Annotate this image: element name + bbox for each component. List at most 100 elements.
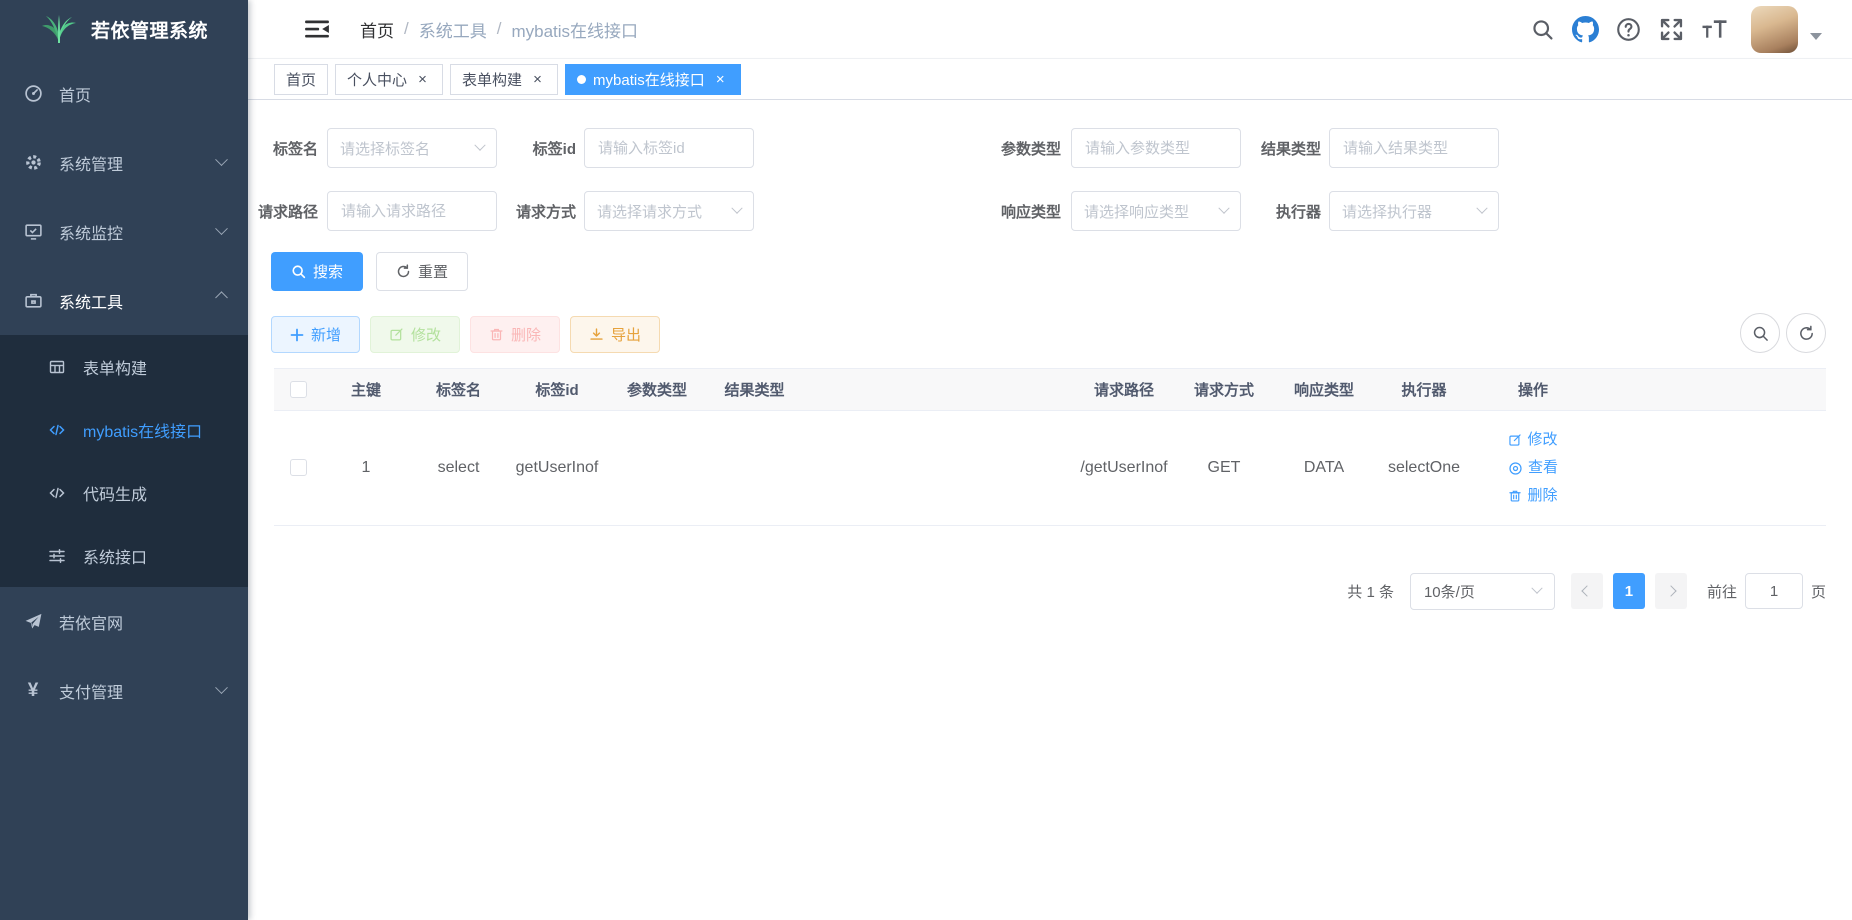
chevron-down-icon — [215, 222, 228, 235]
export-button[interactable]: 导出 — [570, 316, 660, 353]
row-view-link[interactable]: 查看 — [1508, 456, 1558, 480]
close-icon[interactable] — [712, 71, 729, 88]
edit-button[interactable]: 修改 — [370, 316, 460, 353]
cell-tag-id: getUserInof — [507, 411, 607, 526]
cell-spacer — [802, 411, 1074, 526]
fullscreen-icon[interactable] — [1657, 15, 1685, 43]
table-header-row: 主键 标签名 标签id 参数类型 结果类型 请求路径 请求方式 响应类型 执行器… — [274, 369, 1826, 411]
help-icon[interactable] — [1614, 15, 1642, 43]
search-icon[interactable] — [1528, 15, 1556, 43]
col-header: 参数类型 — [607, 369, 707, 411]
table-row[interactable]: 1 select getUserInof /getUserInof GET DA… — [274, 411, 1826, 526]
sidebar-item-label: 系统监控 — [59, 220, 123, 244]
prev-page-button[interactable] — [1571, 573, 1603, 609]
sidebar-item-ruoyi-site[interactable]: 若依官网 — [0, 587, 248, 656]
col-header: 请求路径 — [1074, 369, 1174, 411]
tags-view-bar: 首页 个人中心 表单构建 mybatis在线接口 — [248, 59, 1852, 100]
page-1-button[interactable]: 1 — [1613, 573, 1645, 609]
tab-label: 个人中心 — [347, 69, 407, 90]
col-header: 标签id — [507, 369, 607, 411]
cell-request-path: /getUserInof — [1074, 411, 1174, 526]
goto-page-input[interactable] — [1745, 573, 1803, 609]
font-size-icon[interactable] — [1700, 15, 1728, 43]
request-method-select[interactable]: 请选择请求方式 — [584, 191, 754, 231]
sidebar-item-system-api[interactable]: 系统接口 — [0, 524, 248, 587]
next-page-button[interactable] — [1655, 573, 1687, 609]
table-toolbar: 新增 修改 删除 导出 — [271, 316, 660, 353]
sidebar-fold-icon[interactable] — [304, 18, 330, 40]
pagination: 共 1 条 10条/页 1 前往 页 — [1347, 571, 1826, 611]
field-label: 结果类型 — [1241, 138, 1321, 159]
dashboard-icon — [23, 84, 43, 104]
field-label: 标签id — [497, 138, 576, 159]
response-type-select[interactable]: 请选择响应类型 — [1071, 191, 1241, 231]
sidebar-item-system-monitor[interactable]: 系统监控 — [0, 197, 248, 266]
toggle-search-button[interactable] — [1740, 313, 1780, 353]
tab-mybatis-api[interactable]: mybatis在线接口 — [565, 64, 741, 95]
chevron-right-icon — [1665, 585, 1676, 596]
reset-button[interactable]: 重置 — [376, 252, 468, 291]
close-icon[interactable] — [529, 71, 546, 88]
row-delete-link[interactable]: 删除 — [1508, 484, 1557, 508]
goto-label: 前往 — [1707, 581, 1737, 602]
leaf-logo-icon — [40, 13, 78, 47]
plus-icon — [290, 328, 304, 342]
breadcrumb: 首页 / 系统工具 / mybatis在线接口 — [360, 17, 638, 42]
cell-param-type — [607, 411, 707, 526]
refresh-button[interactable] — [1786, 313, 1826, 353]
sidebar-submenu-system-tools: 表单构建 mybatis在线接口 代码生成 — [0, 335, 248, 587]
tab-label: 首页 — [286, 69, 316, 90]
col-header: 执行器 — [1374, 369, 1474, 411]
chevron-down-icon — [731, 203, 742, 214]
breadcrumb-home[interactable]: 首页 — [360, 17, 394, 42]
user-menu[interactable] — [1751, 6, 1822, 53]
sidebar-item-mybatis-api[interactable]: mybatis在线接口 — [0, 398, 248, 461]
sidebar-item-label: 表单构建 — [83, 355, 147, 379]
chevron-down-icon — [215, 681, 228, 694]
sidebar-item-form-builder[interactable]: 表单构建 — [0, 335, 248, 398]
param-type-input[interactable] — [1071, 128, 1241, 168]
col-spacer — [802, 369, 1074, 411]
breadcrumb-page: mybatis在线接口 — [511, 17, 638, 42]
data-table: 主键 标签名 标签id 参数类型 结果类型 请求路径 请求方式 响应类型 执行器… — [274, 368, 1826, 526]
sliders-icon — [47, 546, 67, 566]
avatar[interactable] — [1751, 6, 1798, 53]
executor-select[interactable]: 请选择执行器 — [1329, 191, 1499, 231]
page-size-select[interactable]: 10条/页 — [1410, 573, 1555, 610]
sidebar-item-system-manage[interactable]: 系统管理 — [0, 128, 248, 197]
tab-home[interactable]: 首页 — [274, 64, 328, 95]
add-button[interactable]: 新增 — [271, 316, 360, 353]
cell-response-type: DATA — [1274, 411, 1374, 526]
row-edit-link[interactable]: 修改 — [1508, 428, 1557, 452]
cell-result-type — [707, 411, 802, 526]
sidebar-item-label: 支付管理 — [59, 679, 123, 703]
tab-label: 表单构建 — [462, 69, 522, 90]
tab-profile[interactable]: 个人中心 — [335, 64, 443, 95]
sidebar-item-payment[interactable]: ¥ 支付管理 — [0, 656, 248, 725]
trash-icon — [1508, 489, 1522, 503]
select-all-checkbox[interactable] — [290, 381, 307, 398]
cell-tag-name: select — [410, 411, 507, 526]
tag-name-select[interactable]: 请选择标签名 — [327, 128, 497, 168]
tab-form-builder[interactable]: 表单构建 — [450, 64, 558, 95]
field-label: 执行器 — [1241, 201, 1321, 222]
gear-icon — [23, 153, 43, 173]
sidebar-item-code-gen[interactable]: 代码生成 — [0, 461, 248, 524]
sidebar-item-home[interactable]: 首页 — [0, 59, 248, 128]
app-logo[interactable]: 若依管理系统 — [0, 0, 248, 59]
yen-icon: ¥ — [23, 681, 43, 701]
request-path-input[interactable] — [327, 191, 497, 231]
col-header: 请求方式 — [1174, 369, 1274, 411]
close-icon[interactable] — [414, 71, 431, 88]
result-type-input[interactable] — [1329, 128, 1499, 168]
row-checkbox[interactable] — [290, 459, 307, 476]
search-button[interactable]: 搜索 — [271, 252, 363, 291]
github-icon[interactable] — [1571, 15, 1599, 43]
sidebar-item-label: 代码生成 — [83, 481, 147, 505]
main-content: 标签名 请选择标签名 标签id 参数类型 结果类型 请求路径 请求方式 请选择请… — [248, 100, 1852, 920]
sidebar-item-system-tools[interactable]: 系统工具 — [0, 266, 248, 335]
delete-button[interactable]: 删除 — [470, 316, 560, 353]
tag-id-input[interactable] — [584, 128, 754, 168]
sidebar-item-label: 系统管理 — [59, 151, 123, 175]
table-tools — [1740, 313, 1826, 353]
